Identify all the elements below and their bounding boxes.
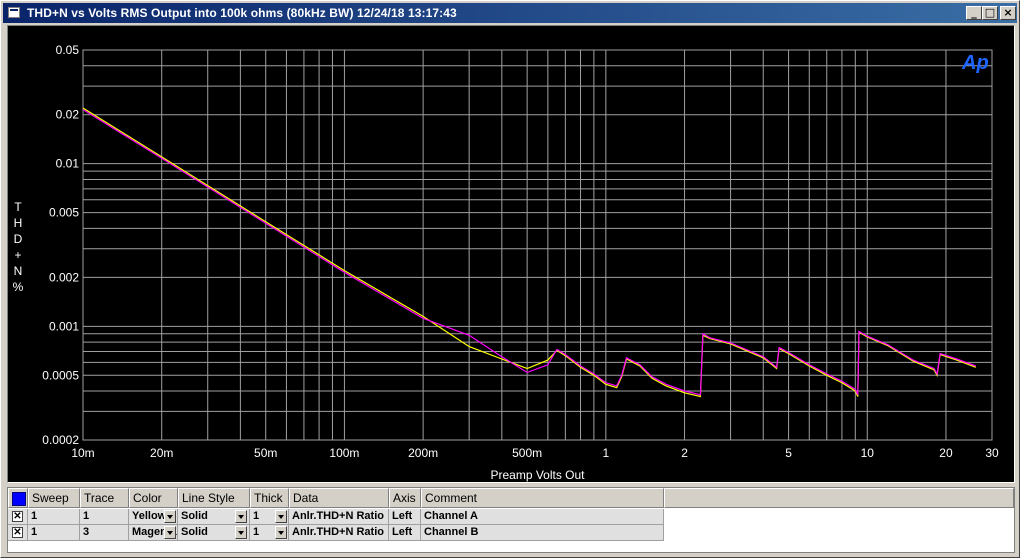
header-line-style[interactable]: Line Style: [178, 488, 250, 508]
chevron-down-icon[interactable]: [275, 510, 287, 523]
row-line-style-select[interactable]: Solid: [178, 509, 250, 525]
header-trace[interactable]: Trace: [80, 488, 129, 508]
table-row[interactable]: ✕ 1 1 Yellow Solid 1 Anlr.THD+N Ratio Le…: [8, 509, 664, 525]
thd-chart: 0.050.020.010.0050.0020.0010.00050.00021…: [13, 43, 999, 482]
row-line-style-value: Solid: [181, 510, 208, 522]
y-axis-label-char: %: [13, 280, 24, 294]
header-axis[interactable]: Axis: [389, 488, 421, 508]
y-tick-label: 0.02: [56, 108, 80, 122]
row-data[interactable]: Anlr.THD+N Ratio: [289, 509, 389, 525]
minimize-button[interactable]: _: [966, 6, 982, 20]
x-tick-label: 30: [985, 446, 999, 460]
x-axis-label: Preamp Volts Out: [490, 468, 585, 482]
x-tick-label: 20: [939, 446, 953, 460]
y-tick-label: 0.005: [49, 206, 79, 220]
y-tick-label: 0.0005: [42, 368, 79, 382]
maximize-button[interactable]: □: [982, 6, 998, 20]
x-tick-label: 50m: [254, 446, 277, 460]
header-thick[interactable]: Thick: [250, 488, 289, 508]
row-data[interactable]: Anlr.THD+N Ratio: [289, 525, 389, 541]
table-header: Sweep Trace Color Line Style Thick Data …: [8, 488, 1014, 508]
x-tick-label: 10: [861, 446, 875, 460]
row-sweep[interactable]: 1: [28, 509, 80, 525]
header-comment[interactable]: Comment: [421, 488, 664, 508]
y-axis-label-char: H: [14, 216, 23, 230]
x-tick-label: 20m: [150, 446, 173, 460]
row-trace[interactable]: 1: [80, 509, 129, 525]
x-tick-label: 500m: [512, 446, 542, 460]
row-checkbox[interactable]: ✕: [12, 527, 23, 538]
row-comment[interactable]: Channel A: [421, 509, 664, 525]
chevron-down-icon[interactable]: [235, 526, 247, 539]
row-comment[interactable]: Channel B: [421, 525, 664, 541]
graph-window: THD+N vs Volts RMS Output into 100k ohms…: [0, 0, 1020, 558]
row-thick-value: 1: [253, 510, 260, 522]
row-sweep[interactable]: 1: [28, 525, 80, 541]
header-data[interactable]: Data: [289, 488, 389, 508]
x-tick-label: 10m: [71, 446, 94, 460]
header-sweep[interactable]: Sweep: [28, 488, 80, 508]
row-thick-select[interactable]: 1: [250, 509, 289, 525]
header-filler: [664, 488, 1014, 508]
row-color-value: Yellow: [132, 510, 167, 522]
row-thick-select[interactable]: 1: [250, 525, 289, 541]
row-checkbox-cell[interactable]: ✕: [8, 525, 28, 541]
y-axis-label-char: +: [14, 248, 21, 262]
header-color-cell[interactable]: [8, 488, 28, 508]
header-swatch-icon: [12, 492, 26, 506]
row-checkbox[interactable]: ✕: [12, 511, 23, 522]
y-tick-label: 0.0002: [42, 433, 79, 447]
row-color-select[interactable]: Magenta: [129, 525, 178, 541]
chevron-down-icon[interactable]: [164, 526, 176, 539]
x-tick-label: 2: [681, 446, 688, 460]
header-color[interactable]: Color: [129, 488, 178, 508]
ap-logo: Ap: [961, 52, 989, 74]
window-title: THD+N vs Volts RMS Output into 100k ohms…: [27, 6, 457, 20]
chevron-down-icon[interactable]: [164, 510, 176, 523]
y-tick-label: 0.001: [49, 319, 79, 333]
close-button[interactable]: ×: [1000, 6, 1016, 20]
y-tick-label: 0.05: [56, 43, 80, 57]
trace-table: Sweep Trace Color Line Style Thick Data …: [7, 487, 1015, 553]
x-tick-label: 5: [785, 446, 792, 460]
table-row[interactable]: ✕ 1 3 Magenta Solid 1 Anlr.THD+N Ratio L…: [8, 525, 664, 541]
row-axis[interactable]: Left: [389, 509, 421, 525]
graph-area[interactable]: 0.05 0.02 0.01 0.005 0.002 0.001 0.0005 0.0002 1…: [7, 25, 1015, 483]
row-checkbox-cell[interactable]: ✕: [8, 509, 28, 525]
y-tick-label: 0.002: [49, 270, 79, 284]
x-tick-label: 100m: [329, 446, 359, 460]
row-axis[interactable]: Left: [389, 525, 421, 541]
y-axis-label-char: T: [14, 200, 22, 214]
graph-window-icon: [8, 7, 20, 18]
row-color-select[interactable]: Yellow: [129, 509, 178, 525]
y-axis-label-char: D: [14, 232, 23, 246]
chevron-down-icon[interactable]: [235, 510, 247, 523]
x-tick-label: 200m: [408, 446, 438, 460]
row-trace[interactable]: 3: [80, 525, 129, 541]
title-bar[interactable]: THD+N vs Volts RMS Output into 100k ohms…: [3, 3, 1017, 23]
row-thick-value: 1: [253, 526, 260, 538]
row-line-style-select[interactable]: Solid: [178, 525, 250, 541]
chevron-down-icon[interactable]: [275, 526, 287, 539]
y-axis-label-char: N: [14, 264, 23, 278]
x-tick-label: 1: [603, 446, 610, 460]
row-line-style-value: Solid: [181, 526, 208, 538]
y-tick-label: 0.01: [56, 157, 80, 171]
